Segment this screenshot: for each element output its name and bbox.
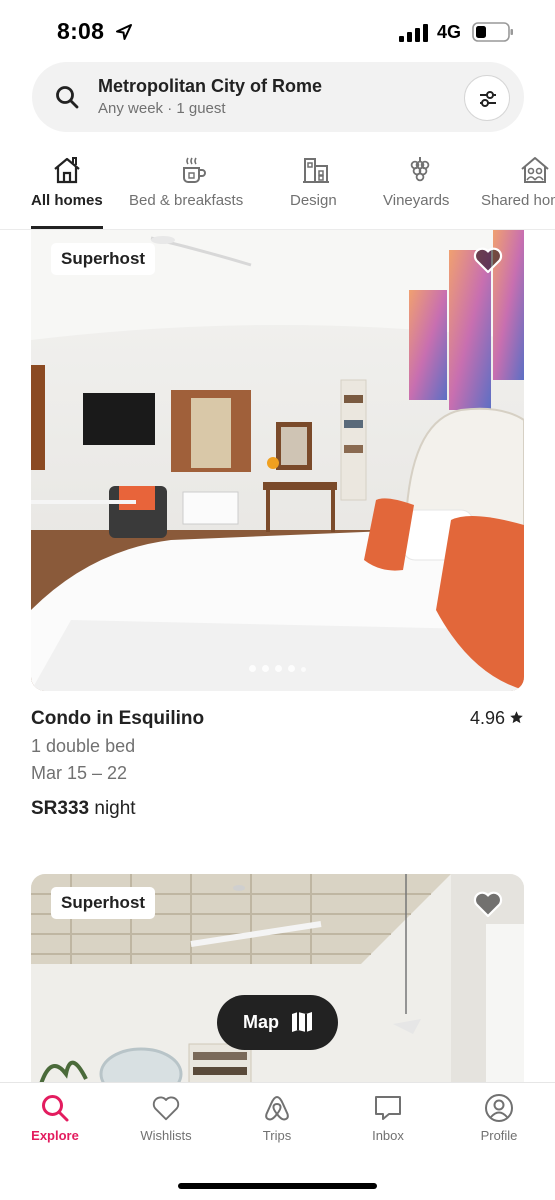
listing-photo[interactable]: Superhost — [31, 230, 524, 691]
map-button[interactable]: Map — [217, 995, 338, 1050]
nav-label: Explore — [31, 1128, 79, 1143]
heart-icon[interactable] — [472, 888, 504, 920]
price-unit: night — [89, 798, 136, 819]
filter-sliders-icon — [480, 91, 496, 107]
shared-home-icon — [521, 157, 549, 183]
search-bar[interactable]: Metropolitan City of Rome Any week · 1 g… — [32, 62, 524, 132]
bedroom-photo — [31, 230, 524, 691]
tab-vineyards[interactable]: Vineyards — [383, 150, 457, 229]
active-tab-indicator — [31, 226, 103, 229]
map-button-label: Map — [243, 1012, 279, 1032]
heart-icon — [152, 1096, 180, 1121]
listing-beds: 1 double bed — [31, 736, 136, 756]
nav-label: Trips — [262, 1128, 292, 1143]
superhost-badge: Superhost — [51, 243, 156, 275]
nav-explore[interactable]: Explore — [5, 1093, 105, 1153]
rating-value: 4.96 — [469, 708, 505, 728]
category-tabs: All homes Bed & breakfasts Design Vineya… — [0, 150, 555, 230]
filters-button[interactable] — [464, 75, 510, 121]
tab-label: Vineyards — [383, 192, 450, 209]
tab-label: Bed & breakfasts — [129, 192, 244, 209]
price-amount: SR333 — [31, 798, 90, 819]
tab-label: Shared homes — [481, 192, 555, 209]
nav-label: Wishlists — [140, 1128, 192, 1143]
tab-all-homes[interactable]: All homes — [31, 150, 103, 229]
nav-label: Profile — [480, 1128, 518, 1143]
airbnb-logo-icon — [265, 1096, 289, 1121]
superhost-badge: Superhost — [51, 887, 156, 919]
search-icon — [42, 1095, 69, 1122]
mug-icon — [183, 157, 206, 183]
battery-icon — [472, 22, 513, 42]
tab-label: All homes — [31, 192, 103, 209]
star-icon — [510, 711, 523, 724]
photo-pagination-dots — [31, 659, 524, 677]
network-type: 4G — [437, 22, 462, 42]
home-indicator — [178, 1183, 377, 1189]
nav-wishlists[interactable]: Wishlists — [116, 1093, 216, 1153]
message-icon — [375, 1096, 401, 1120]
listing-price: SR333 night — [31, 798, 136, 820]
tab-label: Design — [290, 192, 337, 209]
nav-profile[interactable]: Profile — [449, 1093, 549, 1153]
map-icon — [292, 1012, 312, 1032]
search-icon — [56, 86, 79, 109]
cellular-signal-icon — [399, 24, 428, 42]
listing-rating: 4.96 — [470, 708, 524, 729]
nav-trips[interactable]: Trips — [227, 1093, 327, 1153]
tab-shared-homes[interactable]: Shared homes — [481, 150, 555, 229]
nav-inbox[interactable]: Inbox — [338, 1093, 438, 1153]
grapes-icon — [410, 157, 430, 182]
nav-label: Inbox — [372, 1128, 404, 1143]
tab-design[interactable]: Design — [290, 150, 342, 229]
profile-icon — [485, 1094, 513, 1122]
building-icon — [303, 158, 329, 183]
listing-dates: Mar 15 – 22 — [31, 763, 128, 783]
status-bar: 8:08 4G — [0, 0, 555, 60]
heart-icon[interactable] — [472, 244, 504, 276]
home-icon — [54, 157, 80, 184]
search-location: Metropolitan City of Rome — [98, 76, 322, 96]
location-arrow-icon — [116, 24, 132, 40]
tab-bed-and-breakfasts[interactable]: Bed & breakfasts — [129, 150, 255, 229]
search-details: Any week · 1 guest — [98, 100, 226, 117]
status-time: 8:08 — [57, 18, 105, 44]
listing-title[interactable]: Condo in Esquilino — [31, 708, 204, 730]
